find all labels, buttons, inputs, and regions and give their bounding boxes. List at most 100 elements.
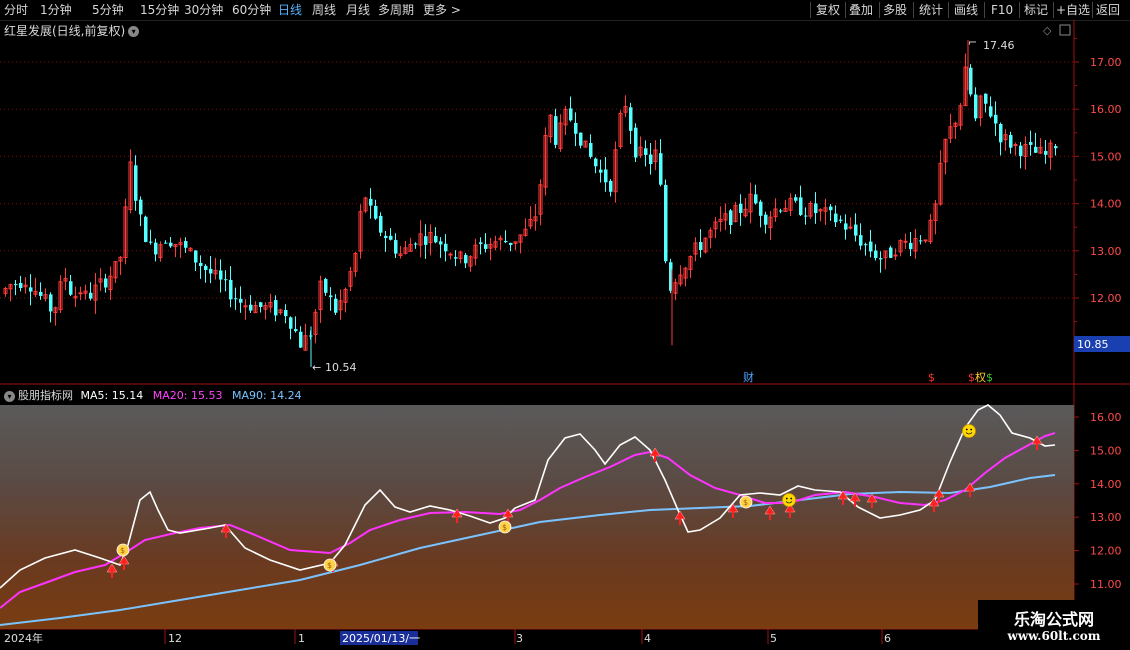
candle-body xyxy=(164,242,168,244)
indicator-tick-label: 14.00 xyxy=(1090,478,1122,491)
candle-body xyxy=(909,242,913,250)
ma20-value: 15.53 xyxy=(190,389,223,402)
candle-body xyxy=(629,107,633,131)
candle-body xyxy=(444,243,448,252)
candlestick-series xyxy=(3,40,1058,367)
candle-body xyxy=(879,258,883,260)
candle-body xyxy=(579,132,583,146)
indicator-name: 股朋指标网 xyxy=(18,389,73,402)
candle-body xyxy=(14,284,18,286)
candle-body xyxy=(1054,146,1058,149)
money-bag-icon: $ xyxy=(743,498,748,507)
candle-body xyxy=(389,235,393,240)
ma5-label: MA5: xyxy=(80,389,109,402)
candle-body xyxy=(249,304,253,311)
ma90-label: MA90: xyxy=(231,389,267,402)
candle-body xyxy=(989,106,993,117)
candle-body xyxy=(829,206,833,211)
candle-body xyxy=(289,317,293,329)
candle-body xyxy=(854,224,858,236)
candle-body xyxy=(834,213,838,223)
indicator-tick-label: 16.00 xyxy=(1090,411,1122,424)
money-bag-icon: $ xyxy=(502,523,507,532)
candle-body xyxy=(379,215,383,233)
low-marker-arrow: ← xyxy=(312,361,321,374)
candle-body xyxy=(49,294,53,312)
candle-body xyxy=(874,250,878,259)
time-label-mar: 3 xyxy=(516,632,523,645)
smiley-icon xyxy=(785,497,788,500)
candle-body xyxy=(484,244,488,249)
candle-body xyxy=(448,253,453,256)
candle-body xyxy=(504,240,508,243)
indicator-tick-label: 15.00 xyxy=(1090,444,1122,457)
ma90-value: 14.24 xyxy=(270,389,302,402)
candle-body xyxy=(589,143,593,157)
price-axis: 17.00 16.00 15.00 14.00 13.00 12.00 xyxy=(1074,37,1122,346)
indicator-title: ▾ 股朋指标网 MA5: 15.14 MA20: 15.53 MA90: 14.2… xyxy=(4,387,302,403)
time-label-2024: 2024年 xyxy=(4,631,43,645)
candle-body xyxy=(814,203,818,214)
diamond-icon[interactable]: ◇ xyxy=(1043,24,1052,37)
candle-body xyxy=(764,214,768,225)
chart-canvas[interactable]: ◇ 17.0016.0015.0014.0013.0012.00 16.0015… xyxy=(0,0,1130,650)
candle-body xyxy=(239,298,243,303)
cursor-date-label: 2025/01/13/一 xyxy=(342,632,420,645)
candle-body xyxy=(919,240,923,242)
candle-body xyxy=(184,241,188,248)
candle-body xyxy=(1009,134,1013,148)
candle-body xyxy=(1044,150,1048,155)
candle-body xyxy=(414,243,418,245)
watermark: 乐淘公式网 www.60lt.com xyxy=(978,600,1130,650)
dividend-marker[interactable]: $ xyxy=(928,371,935,384)
candle-body xyxy=(19,282,23,289)
candle-body xyxy=(889,247,893,258)
indicator-tick-label: 12.00 xyxy=(1090,545,1122,558)
rights-marker[interactable]: $权$ xyxy=(968,371,993,384)
time-label-jan: 1 xyxy=(298,632,305,645)
candle-body xyxy=(969,67,973,95)
candle-body xyxy=(869,241,873,252)
money-bag-icon: $ xyxy=(120,546,125,555)
watermark-url: www.60lt.com xyxy=(1007,629,1101,643)
smiley-icon xyxy=(962,424,976,438)
candle-body xyxy=(604,169,608,183)
chevron-down-icon[interactable]: ▾ xyxy=(4,390,15,402)
candle-body xyxy=(729,210,733,225)
candle-body xyxy=(374,205,378,219)
smiley-icon xyxy=(790,497,793,500)
ma5-value: 15.14 xyxy=(111,389,144,402)
candle-body xyxy=(839,219,843,221)
candle-body xyxy=(209,268,213,274)
candle-body xyxy=(664,184,668,262)
candle-body xyxy=(134,165,138,201)
candle-body xyxy=(424,236,428,245)
candle-body xyxy=(139,199,143,215)
financial-report-marker[interactable]: 财 xyxy=(743,370,754,384)
candle-body xyxy=(454,257,458,259)
candle-body xyxy=(224,279,228,281)
candle-body xyxy=(699,242,703,251)
candle-body xyxy=(903,240,908,243)
candle-body xyxy=(754,194,758,204)
candle-body xyxy=(104,278,108,288)
candle-body xyxy=(294,329,298,332)
price-tick-label: 15.00 xyxy=(1090,150,1122,163)
candle-body xyxy=(439,241,443,245)
candle-body xyxy=(479,242,483,244)
candle-body xyxy=(844,223,848,230)
candle-body xyxy=(154,242,158,255)
candle-body xyxy=(394,240,398,254)
candle-body xyxy=(509,242,513,245)
ma20-label: MA20: xyxy=(152,389,188,402)
candle-body xyxy=(848,226,853,229)
candle-body xyxy=(999,123,1003,143)
candle-body xyxy=(69,281,73,295)
indicator-tick-label: 11.00 xyxy=(1090,578,1122,591)
candle-body xyxy=(599,169,603,173)
candle-body xyxy=(194,250,198,263)
price-tick-label: 16.00 xyxy=(1090,103,1122,116)
candle-body xyxy=(759,201,763,216)
smiley-icon xyxy=(970,428,973,431)
window-icon[interactable] xyxy=(1059,24,1071,36)
